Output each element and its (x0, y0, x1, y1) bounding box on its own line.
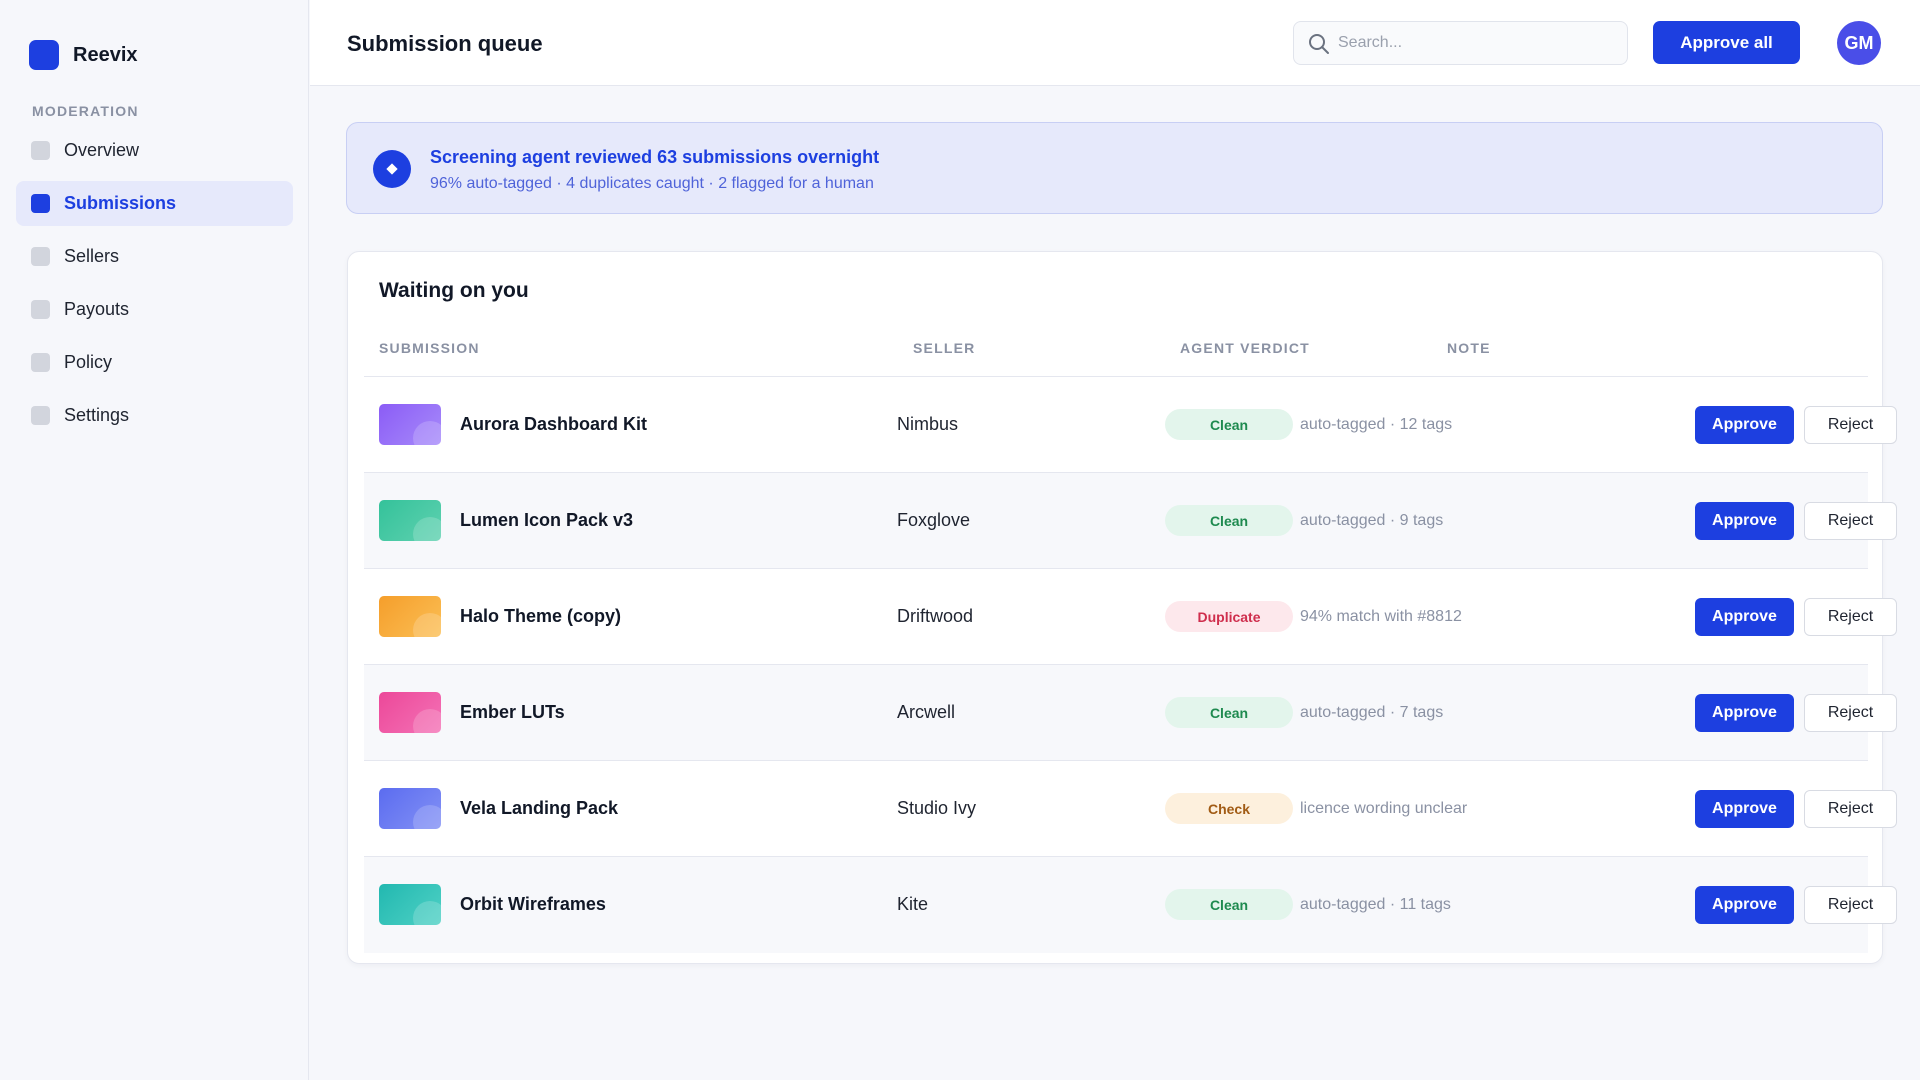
page-title: Submission queue (347, 31, 543, 56)
approve-button[interactable]: Approve (1695, 694, 1794, 732)
card-title: Waiting on you (379, 279, 529, 302)
sidebar-item-label: Policy (64, 352, 113, 372)
sidebar-item-label: Submissions (64, 193, 177, 213)
reject-button[interactable]: Reject (1804, 886, 1897, 924)
verdict-badge: Clean (1165, 505, 1293, 536)
seller-name: Driftwood (897, 606, 974, 626)
policy-icon (31, 353, 50, 372)
banner-subtitle: 96% auto-tagged · 4 duplicates caught · … (430, 175, 874, 192)
verdict-badge: Clean (1165, 889, 1293, 920)
sidebar-item-policy[interactable]: Policy (16, 340, 293, 385)
submission-thumbnail (379, 788, 441, 829)
overview-icon (31, 141, 50, 160)
reject-button[interactable]: Reject (1804, 694, 1897, 732)
agent-diamond-icon (373, 150, 411, 188)
sidebar-nav: Overview Submissions Sellers Payouts Pol… (16, 128, 293, 446)
sidebar-item-overview[interactable]: Overview (16, 128, 293, 173)
approve-button[interactable]: Approve (1695, 598, 1794, 636)
seller-name: Kite (897, 894, 929, 914)
reject-button[interactable]: Reject (1804, 790, 1897, 828)
submission-thumbnail (379, 692, 441, 733)
submission-name: Lumen Icon Pack v3 (460, 510, 634, 530)
column-header-submission: SUBMISSION (379, 340, 480, 356)
table-row: Lumen Icon Pack v3 Foxglove Clean auto-t… (364, 473, 1897, 569)
seller-name: Studio Ivy (897, 798, 977, 818)
note-text: licence wording unclear (1300, 800, 1468, 817)
approve-button[interactable]: Approve (1695, 886, 1794, 924)
note-text: auto-tagged · 7 tags (1300, 704, 1444, 721)
seller-name: Arcwell (897, 702, 956, 722)
sidebar-item-sellers[interactable]: Sellers (16, 234, 293, 279)
waiting-card: Waiting on you SUBMISSION SELLER AGENT V… (347, 251, 1897, 964)
verdict-badge: Clean (1165, 409, 1293, 440)
top-header: Submission queue Approve all GM (310, 0, 1920, 86)
table-row: Orbit Wireframes Kite Clean auto-tagged … (364, 857, 1897, 953)
column-header-note: NOTE (1447, 340, 1491, 356)
approve-button[interactable]: Approve (1695, 406, 1794, 444)
sidebar-item-label: Payouts (64, 299, 130, 319)
search-box[interactable] (1293, 21, 1628, 65)
avatar[interactable]: GM (1837, 21, 1881, 65)
approve-all-button[interactable]: Approve all (1653, 21, 1800, 64)
submission-thumbnail (379, 500, 441, 541)
submission-table-body: Aurora Dashboard Kit Nimbus Clean auto-t… (364, 377, 1897, 953)
sidebar-item-settings[interactable]: Settings (16, 393, 293, 438)
table-row: Aurora Dashboard Kit Nimbus Clean auto-t… (364, 377, 1897, 473)
reject-button[interactable]: Reject (1804, 502, 1897, 540)
submission-thumbnail (379, 884, 441, 925)
seller-name: Foxglove (897, 510, 971, 530)
payouts-icon (31, 300, 50, 319)
table-row: Ember LUTs Arcwell Clean auto-tagged · 7… (364, 665, 1897, 761)
sidebar-section-label: MODERATION (32, 103, 139, 119)
column-header-agent-verdict: AGENT VERDICT (1180, 340, 1310, 356)
sidebar-item-label: Settings (64, 405, 130, 425)
brand-logo-icon (29, 40, 59, 70)
submission-name: Ember LUTs (460, 702, 565, 722)
note-text: auto-tagged · 12 tags (1300, 416, 1453, 433)
sidebar-item-submissions[interactable]: Submissions (16, 181, 293, 226)
banner-title: Screening agent reviewed 63 submissions … (430, 147, 880, 167)
approve-button[interactable]: Approve (1695, 502, 1794, 540)
settings-icon (31, 406, 50, 425)
note-text: 94% match with #8812 (1300, 608, 1462, 625)
verdict-badge: Duplicate (1165, 601, 1293, 632)
verdict-badge: Clean (1165, 697, 1293, 728)
search-input[interactable] (1338, 22, 1618, 64)
submission-thumbnail (379, 596, 441, 637)
sellers-icon (31, 247, 50, 266)
table-row: Vela Landing Pack Studio Ivy Check licen… (364, 761, 1897, 857)
agent-summary-banner: Screening agent reviewed 63 submissions … (346, 122, 1883, 214)
note-text: auto-tagged · 9 tags (1300, 512, 1444, 529)
sidebar: Reevix MODERATION Overview Submissions S… (0, 0, 309, 1080)
verdict-badge: Check (1165, 793, 1293, 824)
brand[interactable]: Reevix (29, 40, 138, 70)
reject-button[interactable]: Reject (1804, 406, 1897, 444)
sidebar-item-label: Overview (64, 140, 140, 160)
note-text: auto-tagged · 11 tags (1300, 896, 1451, 913)
submissions-icon (31, 194, 50, 213)
seller-name: Nimbus (897, 414, 959, 434)
sidebar-item-label: Sellers (64, 246, 120, 266)
reject-button[interactable]: Reject (1804, 598, 1897, 636)
sidebar-item-payouts[interactable]: Payouts (16, 287, 293, 332)
table-row: Halo Theme (copy) Driftwood Duplicate 94… (364, 569, 1897, 665)
search-icon (1309, 34, 1329, 54)
approve-button[interactable]: Approve (1695, 790, 1794, 828)
brand-name: Reevix (73, 43, 138, 66)
submission-name: Orbit Wireframes (460, 894, 606, 914)
submission-name: Halo Theme (copy) (460, 606, 622, 626)
submission-name: Vela Landing Pack (460, 798, 619, 818)
column-header-seller: SELLER (913, 340, 976, 356)
submission-name: Aurora Dashboard Kit (460, 414, 648, 434)
submission-thumbnail (379, 404, 441, 445)
